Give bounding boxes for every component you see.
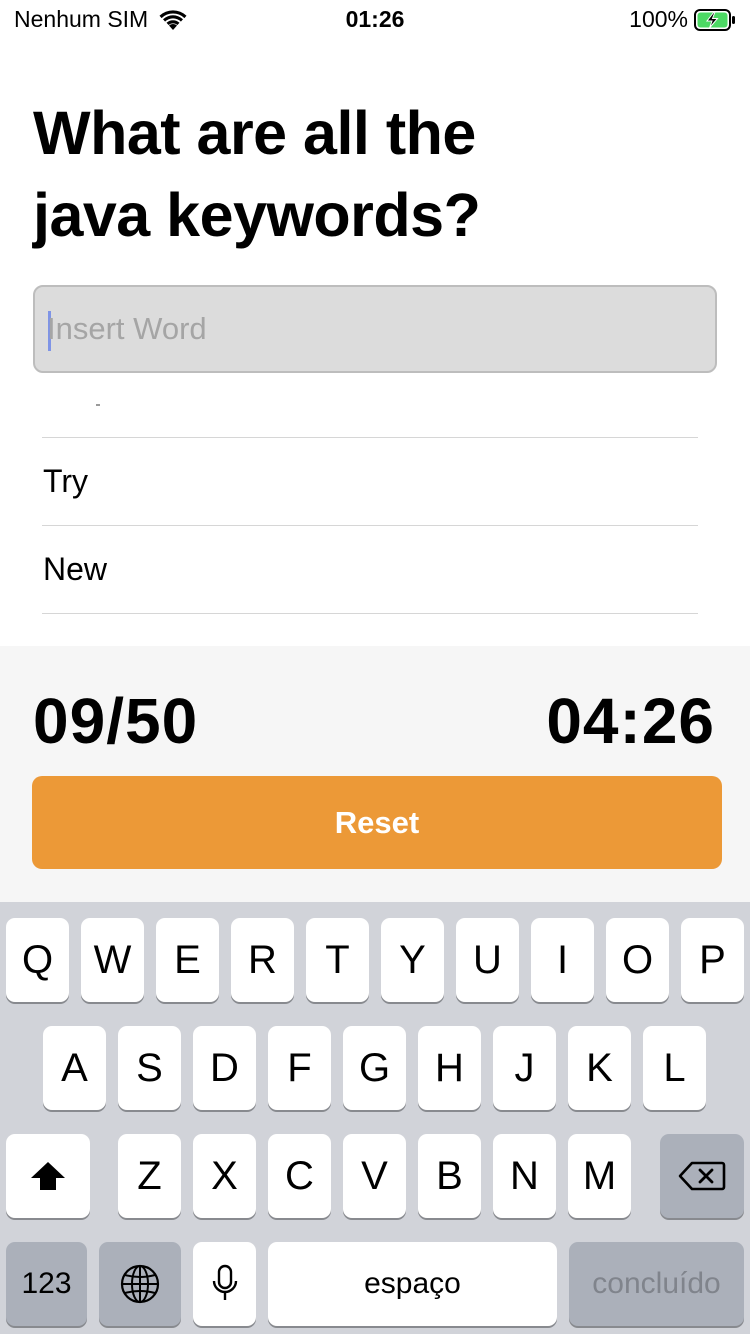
- list-item-label: Try: [43, 463, 89, 499]
- list-item: New: [42, 526, 698, 614]
- globe-key[interactable]: [99, 1242, 181, 1326]
- key-d[interactable]: D: [193, 1026, 256, 1110]
- backspace-key[interactable]: [660, 1134, 744, 1218]
- done-key[interactable]: concluído: [569, 1242, 744, 1326]
- partial-text-remnant: [96, 404, 100, 406]
- key-k[interactable]: K: [568, 1026, 631, 1110]
- key-g[interactable]: G: [343, 1026, 406, 1110]
- battery-status: 100%: [629, 6, 736, 33]
- shift-icon: [29, 1159, 67, 1193]
- key-m[interactable]: M: [568, 1134, 631, 1218]
- key-s[interactable]: S: [118, 1026, 181, 1110]
- backspace-icon: [678, 1160, 726, 1192]
- numbers-key[interactable]: 123: [6, 1242, 87, 1326]
- battery-charging-icon: [694, 8, 736, 31]
- key-y[interactable]: Y: [381, 918, 444, 1002]
- status-bar: Nenhum SIM 01:26 100%: [0, 0, 750, 40]
- word-input-container[interactable]: [33, 285, 717, 373]
- battery-percent: 100%: [629, 6, 688, 32]
- key-z[interactable]: Z: [118, 1134, 181, 1218]
- keyboard: Q W E R T Y U I O P A S D F G H J K L Z …: [0, 902, 750, 1334]
- word-input[interactable]: [47, 287, 707, 371]
- question-line-2: java keywords?: [33, 181, 481, 249]
- key-v[interactable]: V: [343, 1134, 406, 1218]
- microphone-icon: [211, 1264, 239, 1304]
- question-line-1: What are all the: [33, 99, 476, 167]
- list-item: Try: [42, 438, 698, 526]
- key-w[interactable]: W: [81, 918, 144, 1002]
- list-item-partial: [42, 374, 698, 438]
- key-j[interactable]: J: [493, 1026, 556, 1110]
- key-x[interactable]: X: [193, 1134, 256, 1218]
- score-counter: 09/50: [33, 685, 199, 757]
- key-e[interactable]: E: [156, 918, 219, 1002]
- reset-button[interactable]: Reset: [32, 776, 722, 869]
- key-o[interactable]: O: [606, 918, 669, 1002]
- key-t[interactable]: T: [306, 918, 369, 1002]
- key-a[interactable]: A: [43, 1026, 106, 1110]
- list-item-label: New: [43, 551, 108, 587]
- key-p[interactable]: P: [681, 918, 744, 1002]
- key-q[interactable]: Q: [6, 918, 69, 1002]
- countdown-timer: 04:26: [546, 685, 715, 757]
- shift-key[interactable]: [6, 1134, 90, 1218]
- space-key[interactable]: espaço: [268, 1242, 557, 1326]
- answers-list[interactable]: Try New: [42, 374, 698, 646]
- key-f[interactable]: F: [268, 1026, 331, 1110]
- key-l[interactable]: L: [643, 1026, 706, 1110]
- key-r[interactable]: R: [231, 918, 294, 1002]
- key-i[interactable]: I: [531, 918, 594, 1002]
- dictation-key[interactable]: [193, 1242, 256, 1326]
- globe-icon: [119, 1263, 161, 1305]
- key-b[interactable]: B: [418, 1134, 481, 1218]
- key-h[interactable]: H: [418, 1026, 481, 1110]
- key-c[interactable]: C: [268, 1134, 331, 1218]
- question-title: What are all the java keywords?: [33, 92, 633, 256]
- key-u[interactable]: U: [456, 918, 519, 1002]
- score-panel: 09/50 04:26 Reset: [0, 646, 750, 902]
- key-n[interactable]: N: [493, 1134, 556, 1218]
